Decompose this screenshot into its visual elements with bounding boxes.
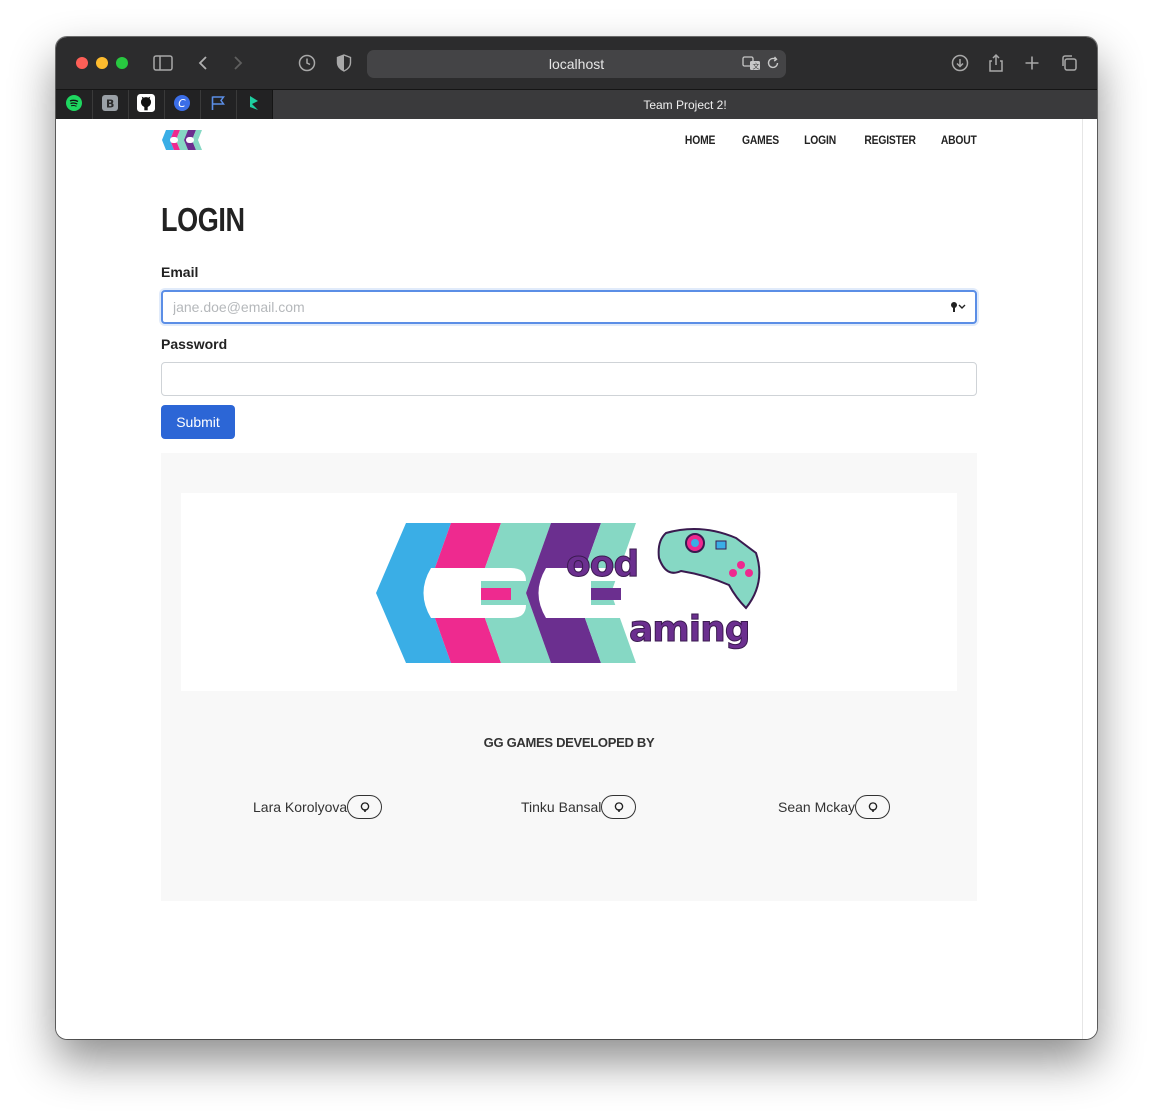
nav-home[interactable]: Home [685,133,715,147]
nav-login[interactable]: Login [804,133,836,147]
good-gaming-banner: ood aming [181,493,957,691]
github-icon [137,93,155,117]
tab-title: Team Project 2! [643,98,727,112]
developer-github-button[interactable] [601,795,637,819]
developed-by-heading: GG GAMES DEVELOPED BY [483,735,655,750]
translate-icon[interactable]: 文 [742,55,762,76]
history-icon[interactable] [295,51,319,75]
download-icon[interactable] [948,51,972,75]
password-input[interactable] [161,362,977,396]
developer-name: Tinku Bansal [521,799,602,815]
password-label: Password [161,336,228,352]
site-logo[interactable] [161,127,203,153]
minimize-window-button[interactable] [96,57,108,69]
gamepad-icon [657,528,761,610]
close-window-button[interactable] [76,57,88,69]
email-label: Email [161,264,199,280]
developer-github-button[interactable] [347,795,383,819]
developer-github-button[interactable] [855,795,891,819]
footer: ood aming GG GAMES DEVELOPED BY Lara Kor… [161,453,977,901]
pinned-tab-c-app[interactable]: C [164,90,201,120]
zoom-window-button[interactable] [116,57,128,69]
spotify-icon [66,94,82,116]
browser-window: localhost 文 B C Team Project 2! HOME GAM… [56,37,1097,1039]
developer-name: Lara Korolyova [253,799,348,815]
pinned-tab-flag[interactable] [200,90,237,120]
share-icon[interactable] [984,51,1008,75]
sidebar-icon[interactable] [151,51,175,75]
main-nav: Home Games Login Register About [680,133,977,147]
web-viewport: Home Games Login Register About LOGIN Em… [56,119,1097,1039]
svg-text:文: 文 [753,62,760,71]
developer-list: Lara Korolyova Tinku Bansal Sean Mckay [161,795,977,821]
github-icon [614,802,624,812]
pinned-tab-spotify[interactable] [56,90,93,120]
bootstrap-icon: B [102,94,118,116]
browser-toolbar: localhost 文 [56,37,1097,89]
svg-text:B: B [106,97,114,110]
email-input[interactable] [161,290,977,324]
pinned-tab-github[interactable] [128,90,165,120]
svg-text:aming: aming [629,609,750,650]
url-text: localhost [548,56,605,72]
pinned-tab-bootstrap[interactable]: B [92,90,129,120]
flag-icon [210,95,226,116]
svg-text:C: C [178,98,186,110]
nav-about[interactable]: About [941,133,977,147]
c-app-icon: C [174,94,190,116]
new-tab-icon[interactable] [1020,51,1044,75]
github-icon [360,802,369,812]
developer-item: Tinku Bansal [521,795,637,819]
forward-icon[interactable] [226,51,250,75]
developer-name: Sean Mckay [778,799,856,815]
address-bar[interactable]: localhost 文 [367,50,786,78]
tab-bar: B C Team Project 2! [56,89,1097,120]
svg-text:ood: ood [566,544,638,585]
scrollbar-track[interactable] [1082,119,1083,1039]
privacy-shield-icon[interactable] [332,51,356,75]
back-icon[interactable] [191,51,215,75]
developer-item: Sean Mckay [778,795,891,819]
developer-item: Lara Korolyova [253,795,383,819]
submit-button[interactable]: Submit [161,405,235,439]
nav-register[interactable]: Register [864,133,916,147]
leaf-icon [247,95,261,116]
page-title: LOGIN [161,201,245,238]
pinned-tab-leaf[interactable] [236,90,273,120]
good-gaming-logo: ood aming [376,523,761,663]
tab-overview-icon[interactable] [1057,51,1081,75]
reload-icon[interactable] [766,56,780,75]
password-key-icon[interactable] [950,300,968,312]
github-icon [868,802,877,812]
nav-games[interactable]: Games [742,133,779,147]
active-tab[interactable]: Team Project 2! [272,90,1097,120]
